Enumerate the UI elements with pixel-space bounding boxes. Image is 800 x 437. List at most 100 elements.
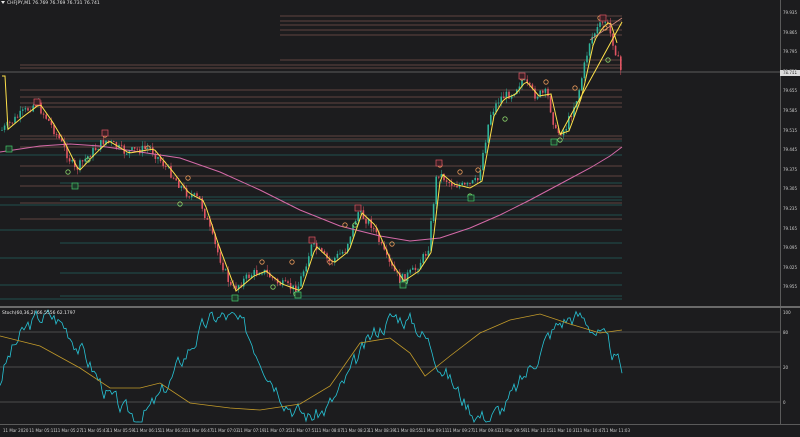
price-tick-label: 79.725 (783, 68, 797, 74)
time-axis[interactable]: 11 Mar 2020 11 Mar 05:11 11 Mar 05:27 11 Ma… (0, 424, 800, 437)
candle-body (555, 124, 557, 129)
time-tick-label: 11 Mar 05:11 (29, 428, 56, 433)
price-tick-label: 79.095 (783, 245, 797, 251)
candle-body (256, 270, 258, 275)
price-tick-label: 79.955 (783, 284, 797, 290)
candle-body (178, 180, 180, 188)
price-chart-canvas[interactable] (0, 0, 780, 306)
time-tick-label: 11 Mar 07:19 (237, 428, 265, 433)
chart-menu-icon[interactable] (1, 1, 5, 4)
candle-body (614, 45, 617, 56)
candle-body (131, 147, 133, 151)
symbol-header: CHFJPY,M1 76.769 76.769 76.731 76.741 (7, 1, 100, 6)
candle-body (601, 22, 604, 24)
candle-body (586, 55, 588, 63)
time-tick-label: 11 Mar 07:03 (211, 428, 239, 433)
pivot-high-badge (518, 72, 526, 80)
candle-body (495, 103, 497, 112)
candle-body (81, 160, 84, 162)
time-tick-label: 11 Mar 05:59 (107, 428, 135, 433)
candle-body (22, 109, 24, 111)
candle-body (89, 156, 92, 158)
price-tick-label: 79.865 (783, 29, 797, 35)
candle-body (175, 178, 177, 181)
candle-body (588, 43, 591, 56)
swing-high-marker (475, 167, 481, 173)
candle-body (136, 148, 138, 150)
time-tick-label: 11 Mar 09:27 (446, 428, 474, 433)
swing-high-marker (389, 241, 395, 247)
swing-low-marker (557, 137, 563, 143)
symbol-timeframe-label: CHFJPY,M1 (7, 1, 31, 6)
oscillator-tick-label: 80 (783, 330, 789, 335)
price-tick-label: 79.165 (783, 225, 797, 231)
candle-body (40, 102, 42, 114)
candle-body (310, 244, 313, 257)
candle-body (536, 96, 539, 99)
candle-body (79, 160, 81, 170)
swing-high-marker (572, 85, 578, 91)
candle-body (172, 177, 175, 179)
pivot-high-badge (33, 98, 41, 106)
price-tick-label: 79.445 (783, 147, 797, 153)
pivot-low-badge (550, 138, 558, 146)
price-tick-label: 79.515 (783, 127, 797, 133)
price-tick-label: 79.235 (783, 206, 797, 211)
candle-body (224, 269, 227, 271)
candle-body (222, 262, 224, 271)
swing-high-marker (457, 169, 463, 175)
candle-body (461, 182, 463, 186)
time-tick-label: 11 Mar 05:27 (55, 428, 82, 433)
candle-body (206, 218, 209, 220)
oscillator-tick-label: 0 (783, 400, 786, 405)
candle-body (544, 88, 547, 93)
candle-body (42, 113, 45, 115)
candle-body (271, 277, 274, 279)
stochastic-title: Stoch(60,36,2) 66.5556 62.1797 (2, 311, 76, 316)
candle-body (204, 208, 206, 219)
candle-body (289, 282, 292, 290)
price-axis[interactable] (780, 0, 800, 306)
price-tick-label: 79.655 (783, 88, 797, 94)
stochastic-main-line (0, 309, 623, 423)
candle-body (284, 280, 287, 282)
time-tick-label: 11 Mar 06:31 (159, 428, 187, 433)
candle-body (305, 266, 307, 272)
price-tick-label: 79.305 (783, 186, 797, 192)
time-tick-label: 11 Mar 05:43 (81, 428, 109, 433)
stochastic-canvas[interactable] (0, 308, 780, 424)
candle-body (581, 78, 583, 91)
price-tick-label: 79.375 (783, 166, 797, 172)
swing-low-marker (270, 284, 276, 290)
swing-high-marker (289, 259, 295, 265)
candle-body (188, 196, 190, 198)
time-tick-label: 11 Mar 06:47 (185, 428, 213, 433)
price-chart-pane[interactable]: CHFJPY,M1 76.769 76.769 76.731 76.741 (0, 0, 780, 306)
candle-body (409, 269, 411, 273)
pivot-low-badge (294, 291, 302, 299)
candle-body (448, 181, 450, 183)
candle-body (14, 116, 16, 123)
candle-body (193, 193, 196, 195)
oscillator-tick-label: 20 (783, 365, 789, 370)
time-tick-label: 11 Mar 08:55 (394, 428, 422, 433)
candle-body (445, 180, 448, 182)
candle-body (302, 271, 305, 277)
time-tick-label: 11 Mar 10:15 (525, 428, 552, 433)
swing-low-marker (177, 201, 183, 207)
candle-body (492, 111, 495, 115)
time-tick-label: 11 Mar 10:31 (551, 428, 578, 433)
candle-body (500, 96, 502, 103)
candle-body (422, 254, 424, 263)
stochastic-pane[interactable] (0, 308, 780, 424)
candle-body (170, 166, 172, 178)
candle-body (417, 269, 419, 271)
candle-body (3, 125, 6, 130)
time-tick-label: 11 Mar 09:59 (498, 428, 526, 433)
candle-body (230, 281, 232, 285)
candle-body (412, 267, 414, 270)
candle-body (435, 176, 437, 205)
candle-body (425, 254, 427, 256)
candle-body (165, 166, 167, 167)
candle-body (11, 122, 14, 124)
